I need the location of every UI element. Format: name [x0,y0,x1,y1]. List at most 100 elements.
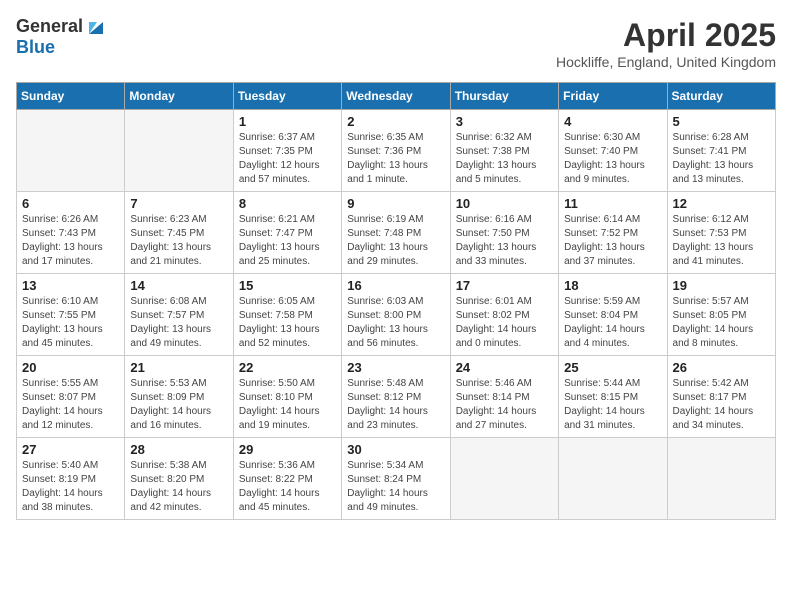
day-number: 23 [347,360,444,375]
day-cell: 29 Sunrise: 5:36 AMSunset: 8:22 PMDayligh… [233,438,341,520]
day-info: Sunrise: 6:21 AMSunset: 7:47 PMDaylight:… [239,213,336,269]
day-number: 15 [239,278,336,293]
day-info: Sunrise: 6:01 AMSunset: 8:02 PMDaylight:… [456,295,553,351]
day-cell: 23 Sunrise: 5:48 AMSunset: 8:12 PMDayligh… [342,356,450,438]
day-cell: 4 Sunrise: 6:30 AMSunset: 7:40 PMDaylight… [559,110,667,192]
day-cell: 1 Sunrise: 6:37 AMSunset: 7:35 PMDaylight… [233,110,341,192]
weekday-header-wednesday: Wednesday [342,83,450,110]
day-info: Sunrise: 5:38 AMSunset: 8:20 PMDaylight:… [130,459,227,515]
day-number: 9 [347,196,444,211]
day-cell: 24 Sunrise: 5:46 AMSunset: 8:14 PMDayligh… [450,356,558,438]
month-title: April 2025 [556,16,776,54]
day-cell: 30Sunrise: 5:34 AMSunset: 8:24 PMDayligh… [342,438,450,520]
calendar-table: SundayMondayTuesdayWednesdayThursdayFrid… [16,82,776,520]
day-info: Sunrise: 5:55 AMSunset: 8:07 PMDaylight:… [22,377,119,433]
day-number: 24 [456,360,553,375]
weekday-header-monday: Monday [125,83,233,110]
day-info: Sunrise: 5:36 AMSunset: 8:22 PMDaylight:… [239,459,336,515]
day-cell: 20Sunrise: 5:55 AMSunset: 8:07 PMDayligh… [17,356,125,438]
calendar-header: SundayMondayTuesdayWednesdayThursdayFrid… [17,83,776,110]
weekday-header-thursday: Thursday [450,83,558,110]
day-cell: 25Sunrise: 5:44 AMSunset: 8:15 PMDayligh… [559,356,667,438]
day-info: Sunrise: 5:46 AMSunset: 8:14 PMDaylight:… [456,377,553,433]
day-info: Sunrise: 5:48 AMSunset: 8:12 PMDaylight:… [347,377,444,433]
day-cell: 17 Sunrise: 6:01 AMSunset: 8:02 PMDayligh… [450,274,558,356]
day-cell: 15 Sunrise: 6:05 AMSunset: 7:58 PMDayligh… [233,274,341,356]
day-number: 13 [22,278,119,293]
day-info: Sunrise: 6:14 AMSunset: 7:52 PMDaylight:… [564,213,661,269]
logo-text-general: General [16,17,83,37]
logo-text-blue: Blue [16,38,107,58]
day-cell: 27Sunrise: 5:40 AMSunset: 8:19 PMDayligh… [17,438,125,520]
day-cell [125,110,233,192]
day-number: 8 [239,196,336,211]
day-cell: 18Sunrise: 5:59 AMSunset: 8:04 PMDayligh… [559,274,667,356]
week-row-1: 1 Sunrise: 6:37 AMSunset: 7:35 PMDaylight… [17,110,776,192]
day-cell: 9 Sunrise: 6:19 AMSunset: 7:48 PMDaylight… [342,192,450,274]
day-cell: 3 Sunrise: 6:32 AMSunset: 7:38 PMDaylight… [450,110,558,192]
day-cell [450,438,558,520]
day-info: Sunrise: 6:19 AMSunset: 7:48 PMDaylight:… [347,213,444,269]
day-cell: 26Sunrise: 5:42 AMSunset: 8:17 PMDayligh… [667,356,775,438]
day-info: Sunrise: 6:23 AMSunset: 7:45 PMDaylight:… [130,213,227,269]
day-info: Sunrise: 5:59 AMSunset: 8:04 PMDaylight:… [564,295,661,351]
day-info: Sunrise: 6:26 AMSunset: 7:43 PMDaylight:… [22,213,119,269]
day-cell: 5Sunrise: 6:28 AMSunset: 7:41 PMDaylight… [667,110,775,192]
day-cell [667,438,775,520]
day-cell: 13 Sunrise: 6:10 AMSunset: 7:55 PMDayligh… [17,274,125,356]
weekday-header-sunday: Sunday [17,83,125,110]
day-number: 10 [456,196,553,211]
day-cell: 2 Sunrise: 6:35 AMSunset: 7:36 PMDaylight… [342,110,450,192]
day-cell: 16Sunrise: 6:03 AMSunset: 8:00 PMDayligh… [342,274,450,356]
day-number: 3 [456,114,553,129]
day-number: 14 [130,278,227,293]
day-info: Sunrise: 6:37 AMSunset: 7:35 PMDaylight:… [239,131,336,187]
day-number: 28 [130,442,227,457]
weekday-header-friday: Friday [559,83,667,110]
day-info: Sunrise: 6:05 AMSunset: 7:58 PMDaylight:… [239,295,336,351]
day-cell: 7 Sunrise: 6:23 AMSunset: 7:45 PMDaylight… [125,192,233,274]
weekday-row: SundayMondayTuesdayWednesdayThursdayFrid… [17,83,776,110]
day-cell [17,110,125,192]
day-number: 29 [239,442,336,457]
week-row-4: 20Sunrise: 5:55 AMSunset: 8:07 PMDayligh… [17,356,776,438]
week-row-2: 6 Sunrise: 6:26 AMSunset: 7:43 PMDaylight… [17,192,776,274]
title-block: April 2025 Hockliffe, England, United Ki… [556,16,776,70]
day-info: Sunrise: 6:35 AMSunset: 7:36 PMDaylight:… [347,131,444,187]
page-header: General Blue April 2025 Hockliffe, Engla… [16,16,776,70]
day-info: Sunrise: 6:16 AMSunset: 7:50 PMDaylight:… [456,213,553,269]
logo: General Blue [16,16,107,58]
day-cell: 6 Sunrise: 6:26 AMSunset: 7:43 PMDaylight… [17,192,125,274]
day-info: Sunrise: 5:53 AMSunset: 8:09 PMDaylight:… [130,377,227,433]
logo-triangle-icon [85,16,107,38]
day-info: Sunrise: 5:50 AMSunset: 8:10 PMDaylight:… [239,377,336,433]
day-number: 19 [673,278,770,293]
weekday-header-tuesday: Tuesday [233,83,341,110]
day-number: 26 [673,360,770,375]
day-info: Sunrise: 6:10 AMSunset: 7:55 PMDaylight:… [22,295,119,351]
day-number: 1 [239,114,336,129]
day-cell: 11Sunrise: 6:14 AMSunset: 7:52 PMDayligh… [559,192,667,274]
day-cell: 14 Sunrise: 6:08 AMSunset: 7:57 PMDayligh… [125,274,233,356]
day-info: Sunrise: 6:32 AMSunset: 7:38 PMDaylight:… [456,131,553,187]
day-number: 27 [22,442,119,457]
day-number: 2 [347,114,444,129]
day-cell: 12 Sunrise: 6:12 AMSunset: 7:53 PMDayligh… [667,192,775,274]
weekday-header-saturday: Saturday [667,83,775,110]
day-number: 7 [130,196,227,211]
day-cell: 10 Sunrise: 6:16 AMSunset: 7:50 PMDayligh… [450,192,558,274]
day-number: 4 [564,114,661,129]
day-number: 12 [673,196,770,211]
calendar-body: 1 Sunrise: 6:37 AMSunset: 7:35 PMDaylight… [17,110,776,520]
day-cell [559,438,667,520]
day-info: Sunrise: 5:44 AMSunset: 8:15 PMDaylight:… [564,377,661,433]
day-number: 5 [673,114,770,129]
day-number: 6 [22,196,119,211]
day-info: Sunrise: 6:12 AMSunset: 7:53 PMDaylight:… [673,213,770,269]
day-info: Sunrise: 6:30 AMSunset: 7:40 PMDaylight:… [564,131,661,187]
day-info: Sunrise: 6:08 AMSunset: 7:57 PMDaylight:… [130,295,227,351]
day-number: 17 [456,278,553,293]
day-number: 22 [239,360,336,375]
day-info: Sunrise: 5:57 AMSunset: 8:05 PMDaylight:… [673,295,770,351]
day-info: Sunrise: 5:34 AMSunset: 8:24 PMDaylight:… [347,459,444,515]
